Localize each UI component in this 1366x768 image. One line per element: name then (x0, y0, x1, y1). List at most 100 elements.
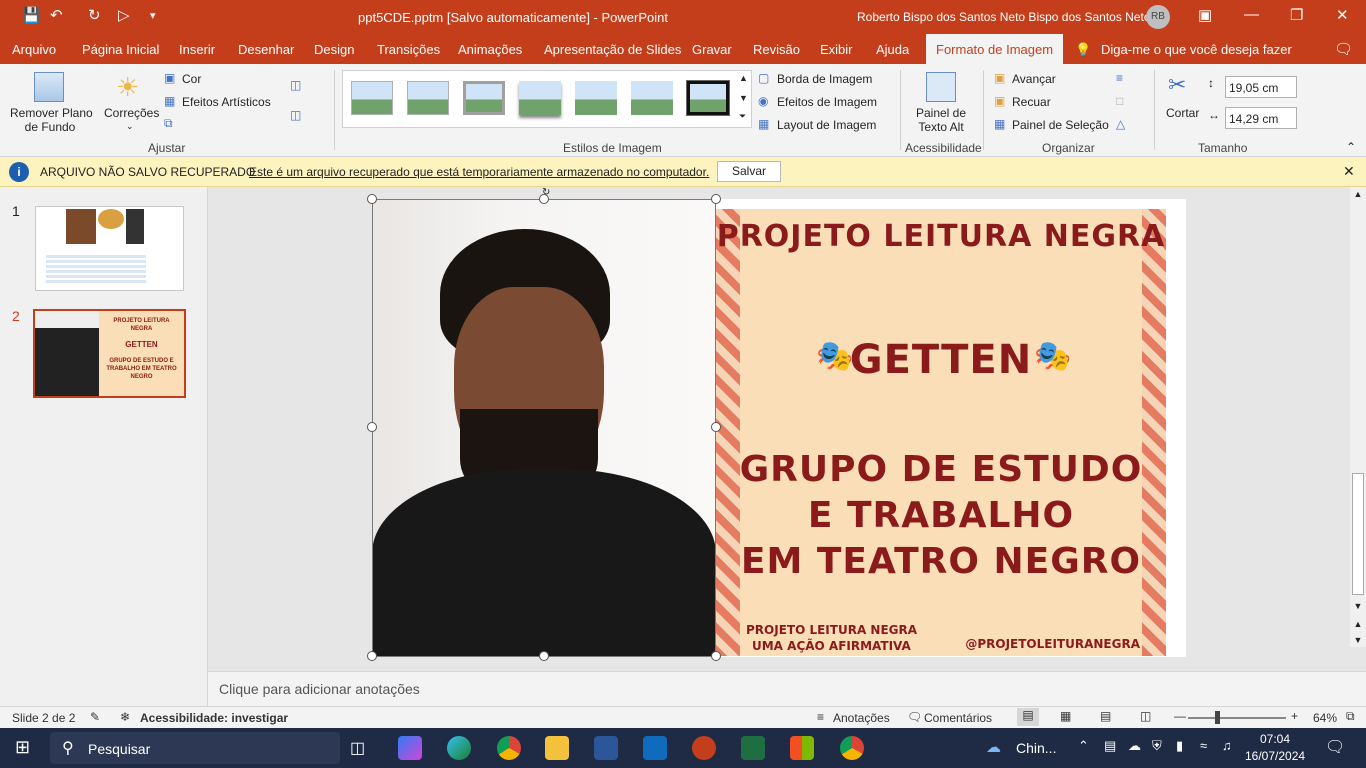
ribbon-display-icon[interactable]: ▣ (1198, 6, 1212, 24)
edge-icon[interactable] (447, 736, 471, 760)
resize-handle[interactable] (539, 651, 549, 661)
comments-toggle[interactable]: Comentários (924, 711, 992, 725)
tab-arquivo[interactable]: Arquivo (12, 42, 56, 57)
normal-view-icon[interactable]: ▤ (1017, 708, 1039, 726)
security-icon[interactable]: ⛨ (1152, 738, 1162, 754)
store-icon[interactable] (790, 736, 814, 760)
crop-button[interactable]: Cortar (1166, 106, 1199, 120)
poster-image[interactable]: PROJETO LEITURA NEGRA 🎭 GETTEN 🎭 GRUPO D… (716, 209, 1166, 656)
fit-to-window-icon[interactable]: ⧉ (1346, 709, 1355, 724)
align-icon[interactable]: ≡ (1116, 71, 1123, 85)
tray-icon[interactable]: ▤ (1104, 738, 1116, 754)
powerpoint-icon[interactable] (692, 736, 716, 760)
maximize-icon[interactable]: ❐ (1290, 6, 1303, 24)
scroll-down-icon[interactable]: ▼ (1350, 601, 1366, 611)
undo-icon[interactable]: ↶ (50, 7, 63, 25)
notes-toggle[interactable]: Anotações (833, 711, 890, 725)
tray-overflow-icon[interactable]: ⌃ (1078, 738, 1089, 754)
resize-handle[interactable] (367, 651, 377, 661)
taskbar-search[interactable]: ⚲ Pesquisar (50, 732, 340, 764)
gallery-up-icon[interactable]: ▲ (739, 73, 748, 83)
zoom-slider-thumb[interactable] (1215, 711, 1220, 724)
avatar[interactable]: RB (1146, 5, 1170, 29)
group-icon[interactable]: □ (1116, 94, 1123, 108)
tab-transicoes[interactable]: Transições (377, 42, 440, 57)
tab-apresentacao[interactable]: Apresentação de Slides (544, 42, 681, 57)
save-icon[interactable]: 💾 (22, 7, 41, 25)
redo-icon[interactable]: ↻ (88, 7, 101, 25)
picture-border-button[interactable]: Borda de Imagem (777, 72, 872, 86)
send-backward-button[interactable]: Recuar (1012, 95, 1051, 109)
present-icon[interactable]: ▷ (118, 7, 130, 25)
close-icon[interactable]: ✕ (1336, 6, 1349, 24)
reset-picture-icon[interactable]: ◫ (290, 108, 301, 122)
word-icon[interactable] (594, 736, 618, 760)
gallery-more-icon[interactable]: ⏷ (739, 111, 746, 122)
battery-icon[interactable]: ▮ (1176, 738, 1183, 754)
spelling-icon[interactable]: ✎ (90, 710, 100, 724)
next-slide-icon[interactable]: ▼ (1350, 635, 1366, 645)
notes-pane[interactable]: Clique para adicionar anotações (208, 671, 1366, 706)
slide-thumbnail-2[interactable]: PROJETO LEITURA NEGRA GETTEN GRUPO DE ES… (33, 309, 186, 398)
chrome-profile-icon[interactable] (840, 736, 864, 760)
resize-handle[interactable] (367, 194, 377, 204)
close-infobar-icon[interactable]: ✕ (1343, 163, 1355, 180)
minimize-icon[interactable]: — (1244, 6, 1259, 23)
notes-placeholder[interactable]: Clique para adicionar anotações (219, 681, 420, 697)
alt-text-button[interactable]: Painel de Texto Alt (912, 106, 970, 134)
file-explorer-icon[interactable] (545, 736, 569, 760)
scroll-up-icon[interactable]: ▲ (1350, 189, 1366, 199)
gallery-down-icon[interactable]: ▼ (739, 93, 748, 103)
style-thumb[interactable] (631, 81, 673, 115)
tab-design[interactable]: Design (314, 42, 354, 57)
selected-photo[interactable] (372, 199, 716, 657)
resize-handle[interactable] (711, 651, 721, 661)
excel-icon[interactable] (741, 736, 765, 760)
save-button[interactable]: Salvar (717, 161, 781, 182)
infobar-message[interactable]: Este é um arquivo recuperado que está te… (249, 165, 709, 179)
reading-view-icon[interactable]: ▤ (1100, 709, 1111, 723)
resize-handle[interactable] (367, 422, 377, 432)
bring-forward-button[interactable]: Avançar (1012, 72, 1056, 86)
slide-sorter-icon[interactable]: ▦ (1060, 709, 1071, 723)
prev-slide-icon[interactable]: ▲ (1350, 619, 1366, 629)
windows-start-icon[interactable]: ⊞ (15, 737, 30, 758)
slideshow-icon[interactable]: ◫ (1140, 709, 1151, 723)
remove-background-button[interactable]: Remover Plano de Fundo (10, 106, 93, 134)
corrections-button[interactable]: Correções (104, 106, 159, 120)
tab-animacoes[interactable]: Animações (458, 42, 522, 57)
selection-pane-button[interactable]: Painel de Seleção (1012, 118, 1109, 132)
tab-pagina-inicial[interactable]: Página Inicial (82, 42, 159, 57)
rotate-handle-icon[interactable]: ↻ (542, 187, 550, 198)
notifications-icon[interactable]: 🗨 (1325, 737, 1345, 757)
picture-layout-button[interactable]: Layout de Imagem (777, 118, 876, 132)
height-field[interactable]: 19,05 cm (1225, 76, 1297, 98)
wifi-icon[interactable]: ≈ (1200, 738, 1207, 753)
artistic-effects-button[interactable]: Efeitos Artísticos (182, 95, 271, 109)
picture-effects-button[interactable]: Efeitos de Imagem (777, 95, 877, 109)
rotate-icon[interactable]: △ (1116, 117, 1125, 131)
vertical-scrollbar[interactable]: ▲ ▼ ▲ ▼ (1350, 187, 1366, 647)
tab-exibir[interactable]: Exibir (820, 42, 853, 57)
tab-desenhar[interactable]: Desenhar (238, 42, 294, 57)
picture-styles-gallery[interactable]: ▲ ▼ ⏷ (342, 70, 752, 128)
collapse-ribbon-icon[interactable]: ⌃ (1346, 140, 1356, 154)
tab-gravar[interactable]: Gravar (692, 42, 732, 57)
clock-date[interactable]: 16/07/2024 (1245, 749, 1305, 763)
change-picture-icon[interactable]: ◫ (290, 78, 301, 92)
color-button[interactable]: Cor (182, 72, 201, 86)
task-view-icon[interactable]: ◫ (350, 738, 365, 758)
resize-handle[interactable] (711, 422, 721, 432)
style-thumb[interactable] (686, 80, 730, 116)
chrome-icon[interactable] (497, 736, 521, 760)
tab-revisao[interactable]: Revisão (753, 42, 800, 57)
tab-inserir[interactable]: Inserir (179, 42, 215, 57)
resize-handle[interactable] (711, 194, 721, 204)
accessibility-status[interactable]: Acessibilidade: investigar (140, 711, 288, 725)
zoom-in-icon[interactable]: + (1291, 709, 1298, 723)
style-thumb[interactable] (407, 81, 449, 115)
volume-icon[interactable]: ♫ (1222, 738, 1232, 753)
zoom-level[interactable]: 64% (1313, 711, 1337, 725)
compress-icon[interactable]: ⧉ (164, 116, 173, 131)
mail-icon[interactable] (643, 736, 667, 760)
